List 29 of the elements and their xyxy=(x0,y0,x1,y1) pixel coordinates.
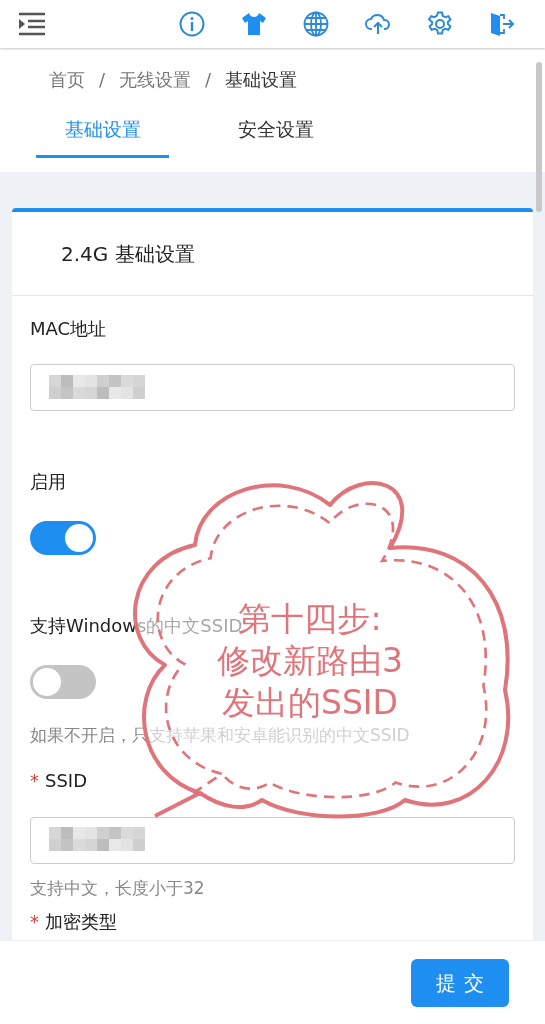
toggle-switch[interactable] xyxy=(30,665,96,699)
breadcrumb-separator: / xyxy=(99,67,106,92)
hint-text: 支持中文，长度小于32 xyxy=(30,876,205,900)
card-title: 2.4G 基础设置 xyxy=(12,212,533,296)
breadcrumb-link[interactable]: 首页 xyxy=(49,65,85,93)
cloud-upload-icon[interactable] xyxy=(365,13,391,35)
required-mark: * xyxy=(30,769,39,793)
tab[interactable]: 安全设置 xyxy=(209,114,342,158)
field-label: SSID xyxy=(45,769,88,793)
breadcrumb-separator: / xyxy=(205,67,212,92)
toggle-switch[interactable] xyxy=(30,521,96,555)
globe-icon[interactable] xyxy=(303,11,329,37)
scrollbar[interactable] xyxy=(536,62,542,212)
menu-icon[interactable] xyxy=(18,12,46,36)
info-icon[interactable] xyxy=(179,11,205,37)
field-label: 启用 xyxy=(30,469,66,494)
callout-text: 修改新路由3 xyxy=(217,640,403,682)
required-mark: * xyxy=(30,909,39,934)
field-label: 加密类型 xyxy=(45,909,117,934)
submit-button[interactable]: 提交 xyxy=(411,958,509,1007)
breadcrumb-link[interactable]: 无线设置 xyxy=(119,65,192,93)
field-label: MAC地址 xyxy=(30,316,107,341)
input-field[interactable] xyxy=(30,816,515,864)
exit-door-icon[interactable] xyxy=(489,11,515,37)
t-shirt-icon[interactable] xyxy=(241,12,267,36)
callout-text: 发出的SSID xyxy=(221,682,398,724)
tab[interactable]: 基础设置 xyxy=(36,114,169,158)
input-field[interactable] xyxy=(30,364,515,411)
settings-icon[interactable] xyxy=(427,11,453,37)
